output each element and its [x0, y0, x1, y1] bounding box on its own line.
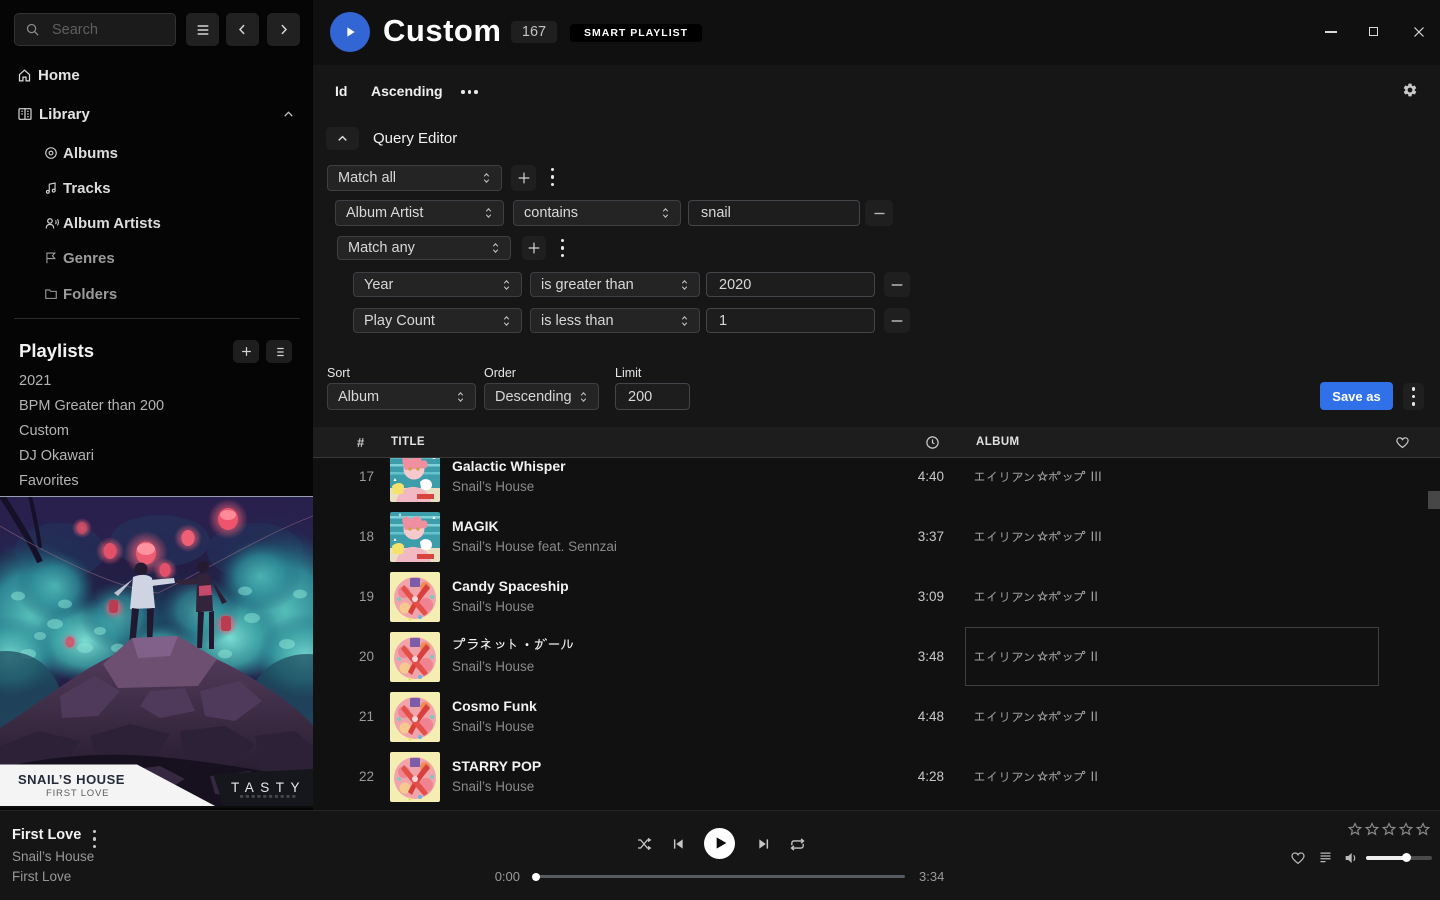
- svg-text:FIRST LOVE: FIRST LOVE: [46, 788, 109, 799]
- svg-text:TASTY: TASTY: [231, 780, 306, 795]
- svg-text:SNAIL’S HOUSE: SNAIL’S HOUSE: [18, 772, 125, 787]
